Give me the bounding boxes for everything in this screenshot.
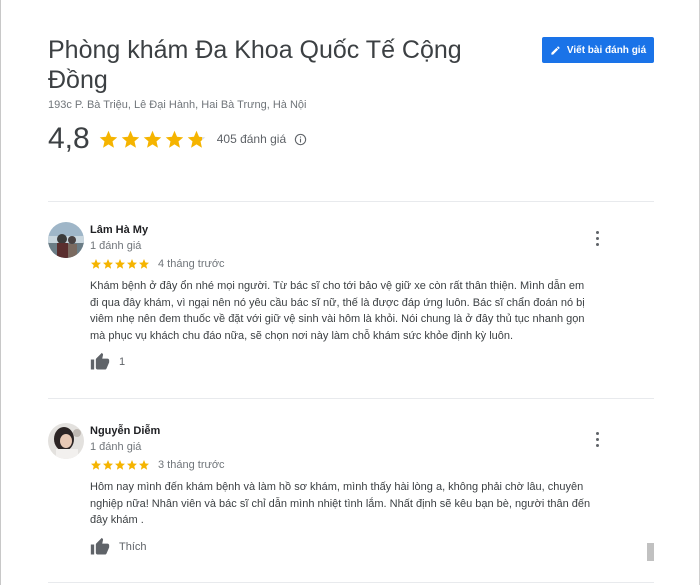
- rating-summary: 4,8 405 đánh giá: [48, 122, 307, 156]
- star-icon: [143, 130, 161, 148]
- star-icon: [91, 259, 101, 269]
- rating-value: 4,8: [48, 122, 90, 155]
- review-panel: Phòng khám Đa Khoa Quốc Tế Cộng Đồng 193…: [0, 0, 700, 585]
- star-icon: [121, 130, 139, 148]
- info-icon[interactable]: [294, 133, 307, 146]
- star-icon: [187, 130, 205, 148]
- like-button[interactable]: 1: [90, 352, 125, 372]
- rating-stars: [98, 129, 207, 150]
- star-icon: [127, 259, 137, 269]
- review-text: Khám bệnh ở đây ổn nhé mọi người. Từ bác…: [90, 280, 585, 342]
- place-address: 193c P. Bà Triệu, Lê Đại Hành, Hai Bà Tr…: [48, 99, 307, 111]
- review-time: 3 tháng trước: [158, 459, 225, 471]
- write-review-label: Viết bài đánh giá: [566, 44, 647, 56]
- star-icon: [139, 460, 149, 470]
- review-stars: [90, 459, 150, 471]
- thumbs-up-icon: [90, 537, 110, 555]
- star-icon: [103, 259, 113, 269]
- reviewer-name[interactable]: Nguyễn Diễm: [90, 425, 160, 437]
- review-rating: 3 tháng trước: [90, 459, 225, 471]
- star-icon: [127, 460, 137, 470]
- avatar[interactable]: [48, 222, 84, 258]
- star-icon: [139, 259, 149, 269]
- star-icon: [99, 130, 117, 148]
- reviewer-name[interactable]: Lâm Hà My: [90, 224, 148, 236]
- avatar[interactable]: [48, 423, 84, 459]
- place-title: Phòng khám Đa Khoa Quốc Tế Cộng Đồng: [48, 36, 462, 94]
- pencil-icon: [551, 45, 560, 55]
- star-icon: [91, 460, 101, 470]
- review-stars: [90, 258, 150, 270]
- more-options-icon[interactable]: [590, 429, 604, 449]
- star-icon: [115, 460, 125, 470]
- review-count[interactable]: 405 đánh giá: [217, 132, 286, 146]
- like-label: Thích: [119, 541, 147, 553]
- write-review-button[interactable]: Viết bài đánh giá: [542, 37, 654, 63]
- reviewer-review-count: 1 đánh giá: [90, 441, 142, 453]
- divider: [48, 398, 654, 399]
- thumbs-up-icon: [90, 352, 110, 370]
- divider: [48, 201, 654, 202]
- like-count: 1: [119, 356, 126, 368]
- review-rating: 4 tháng trước: [90, 258, 225, 270]
- divider: [48, 582, 654, 583]
- star-icon: [165, 130, 183, 148]
- star-icon: [103, 460, 113, 470]
- review-time: 4 tháng trước: [158, 258, 225, 270]
- more-options-icon[interactable]: [590, 228, 604, 248]
- review-text: Hôm nay mình đến khám bệnh và làm hồ sơ …: [90, 481, 591, 526]
- like-button[interactable]: Thích: [90, 537, 147, 557]
- reviewer-review-count: 1 đánh giá: [90, 240, 142, 252]
- star-icon: [115, 259, 125, 269]
- scrollbar-thumb[interactable]: [647, 543, 654, 561]
- place-header: Phòng khám Đa Khoa Quốc Tế Cộng Đồng 193…: [48, 35, 518, 111]
